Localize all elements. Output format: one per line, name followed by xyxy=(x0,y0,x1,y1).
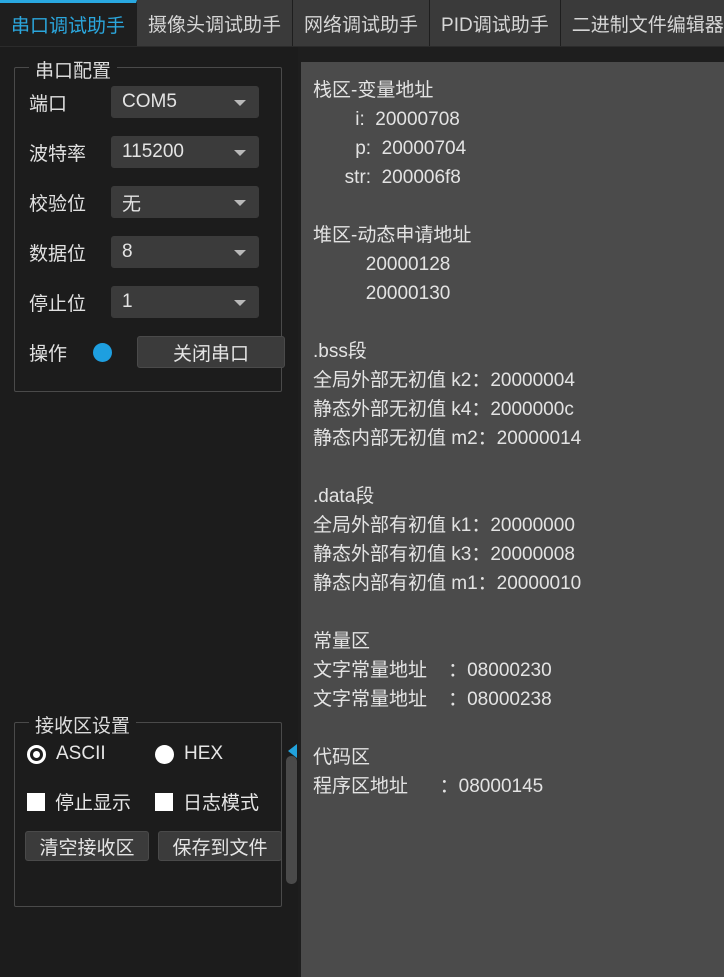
parity-combobox[interactable]: 无 xyxy=(111,186,259,218)
radio-hex[interactable]: HEX xyxy=(155,743,223,765)
display-line: 代码区 xyxy=(313,747,371,768)
display-line: 常量区 xyxy=(313,631,371,652)
display-line xyxy=(313,453,724,482)
port-label: 端口 xyxy=(29,93,68,115)
display-line: .data段 xyxy=(313,486,375,507)
tab-camera-debug[interactable]: 摄像头调试助手 xyxy=(137,0,294,46)
config-row-action: 操作 关闭串口 xyxy=(15,336,285,368)
triangle-left-icon[interactable] xyxy=(288,744,297,758)
save-to-file-button[interactable]: 保存到文件 xyxy=(158,831,282,861)
stopbits-label: 停止位 xyxy=(29,293,87,315)
config-row-baudrate: 波特率 115200 xyxy=(15,136,281,168)
left-config-panel: 串口配置 端口 COM5 波特率 115200 校验位 无 数据位 8 停止位 … xyxy=(0,47,296,977)
display-line: 栈区-变量地址 xyxy=(313,80,434,101)
close-serial-button-label: 关闭串口 xyxy=(172,343,249,365)
config-row-port: 端口 COM5 xyxy=(15,86,281,118)
radio-hex-label: HEX xyxy=(184,743,224,764)
display-line: 全局外部无初值 k2：20000004 xyxy=(313,370,575,391)
checkbox-icon xyxy=(27,792,45,811)
tab-network-debug[interactable]: 网络调试助手 xyxy=(293,0,431,46)
receive-display-area[interactable]: 栈区-变量地址 i: 20000708 p: 20000704 str: 200… xyxy=(301,62,724,977)
checkbox-stop-display[interactable]: 停止显示 xyxy=(27,788,131,815)
config-row-parity: 校验位 无 xyxy=(15,186,281,218)
baudrate-value: 115200 xyxy=(122,141,184,162)
tab-label: 二进制文件编辑器 xyxy=(571,14,724,36)
checkbox-log-mode-label: 日志模式 xyxy=(183,793,260,814)
display-line: 20000130 xyxy=(313,283,451,304)
port-value: COM5 xyxy=(122,91,177,112)
display-line: 静态内部有初值 m1：20000010 xyxy=(313,573,582,594)
checkbox-icon xyxy=(155,792,173,811)
action-label: 操作 xyxy=(29,343,68,365)
display-line: 20000128 xyxy=(313,254,451,275)
checkbox-log-mode[interactable]: 日志模式 xyxy=(155,788,259,815)
serial-config-title: 串口配置 xyxy=(29,56,118,83)
receive-settings-groupbox: 接收区设置 ASCII HEX 停止显示 日志模式 清空接收区 保存到文件 xyxy=(14,711,282,907)
tab-serial-debug[interactable]: 串口调试助手 xyxy=(0,0,138,46)
databits-label: 数据位 xyxy=(29,243,87,265)
checkbox-stop-display-label: 停止显示 xyxy=(55,793,132,814)
stopbits-value: 1 xyxy=(122,291,133,312)
stopbits-combobox[interactable]: 1 xyxy=(111,286,259,318)
save-to-file-button-label: 保存到文件 xyxy=(172,837,268,859)
tab-label: 串口调试助手 xyxy=(11,16,126,37)
display-line: .bss段 xyxy=(313,341,367,362)
display-line: 堆区-动态申请地址 xyxy=(313,225,472,246)
display-line: i: 20000708 xyxy=(313,109,460,130)
display-line: 文字常量地址 ：08000238 xyxy=(313,689,552,710)
clear-receive-button-label: 清空接收区 xyxy=(39,837,135,859)
display-line: 全局外部有初值 k1：20000000 xyxy=(313,515,575,536)
chevron-down-icon xyxy=(234,300,246,306)
display-line xyxy=(313,308,724,337)
display-line: 静态外部无初值 k4：2000000c xyxy=(313,399,574,420)
tab-label: 摄像头调试助手 xyxy=(148,14,282,36)
display-line: str: 200006f8 xyxy=(313,167,461,188)
chevron-down-icon xyxy=(234,200,246,206)
tab-pid-debug[interactable]: PID调试助手 xyxy=(430,0,561,46)
radio-button-icon xyxy=(27,744,46,764)
receive-settings-title: 接收区设置 xyxy=(29,711,137,738)
chevron-down-icon xyxy=(234,100,246,106)
baudrate-label: 波特率 xyxy=(29,143,87,165)
radio-button-icon xyxy=(155,744,174,764)
clear-receive-button[interactable]: 清空接收区 xyxy=(25,831,149,861)
chevron-down-icon xyxy=(234,250,246,256)
display-line: 静态外部有初值 k3：20000008 xyxy=(313,544,575,565)
chevron-down-icon xyxy=(234,150,246,156)
radio-ascii-label: ASCII xyxy=(56,743,106,764)
parity-value: 无 xyxy=(122,193,142,215)
parity-label: 校验位 xyxy=(29,193,87,215)
tab-label: PID调试助手 xyxy=(441,14,549,36)
left-panel-scrollbar-thumb[interactable] xyxy=(286,756,297,884)
led-indicator-icon xyxy=(93,342,112,362)
display-line xyxy=(313,192,724,221)
application-window: 串口调试助手 摄像头调试助手 网络调试助手 PID调试助手 二进制文件编辑器 串… xyxy=(0,0,724,977)
databits-value: 8 xyxy=(122,241,133,262)
port-combobox[interactable]: COM5 xyxy=(111,86,259,118)
display-line: p: 20000704 xyxy=(313,138,467,159)
display-line xyxy=(313,598,724,627)
display-line: 静态内部无初值 m2：20000014 xyxy=(313,428,582,449)
config-row-databits: 数据位 8 xyxy=(15,236,281,268)
close-serial-button[interactable]: 关闭串口 xyxy=(137,336,285,368)
databits-combobox[interactable]: 8 xyxy=(111,236,259,268)
config-row-stopbits: 停止位 1 xyxy=(15,286,281,318)
tab-bar: 串口调试助手 摄像头调试助手 网络调试助手 PID调试助手 二进制文件编辑器 xyxy=(0,0,724,47)
tab-binary-file-editor[interactable]: 二进制文件编辑器 xyxy=(560,0,724,46)
display-line xyxy=(313,714,724,743)
serial-config-groupbox: 串口配置 端口 COM5 波特率 115200 校验位 无 数据位 8 停止位 … xyxy=(14,56,285,392)
radio-ascii[interactable]: ASCII xyxy=(27,743,106,765)
display-line: 程序区地址 ：08000145 xyxy=(313,776,544,797)
display-line: 文字常量地址 ：08000230 xyxy=(313,660,552,681)
baudrate-combobox[interactable]: 115200 xyxy=(111,136,259,168)
tab-label: 网络调试助手 xyxy=(304,14,419,36)
